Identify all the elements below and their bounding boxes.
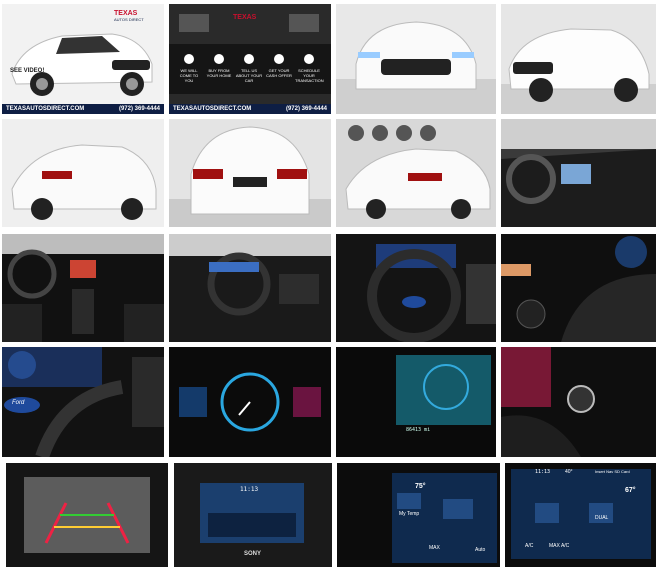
see-video-label: SEE VIDEO! <box>10 68 45 74</box>
photo-gallery: TEXAS AUTOS DIRECT SEE VIDEO! TEXASAUTOS… <box>0 0 658 569</box>
dealer-footer-2: TEXASAUTOSDIRECT.COM (972) 369-4444 <box>169 104 331 114</box>
thumb-exterior-front[interactable] <box>336 4 496 114</box>
instrument-cluster-image <box>169 347 331 457</box>
temp-left-value: 75° <box>415 483 426 490</box>
dealer-footer: TEXASAUTOSDIRECT.COM (972) 369-4444 <box>2 104 164 114</box>
auto-label: Auto <box>475 547 486 553</box>
thumb-steering-wheel[interactable] <box>336 234 496 342</box>
backup-camera-image <box>6 463 168 567</box>
thumb-climate-left[interactable]: 75° My Temp MAX Auto <box>337 463 500 567</box>
dashboard-side-image <box>501 119 656 227</box>
max-ac-label: MAX A/C <box>549 543 570 549</box>
thumb-climate-right[interactable]: 11:13 40° Insert Nav SD Card 67° DUAL A/… <box>505 463 656 567</box>
thumb-wheel-controls[interactable] <box>501 234 656 342</box>
car-rear-left-image <box>2 119 164 227</box>
thumb-center-stack[interactable]: 11:13 SONY <box>174 463 332 567</box>
thumb-exterior-front-right[interactable] <box>501 4 656 114</box>
dealer-url: TEXASAUTOSDIRECT.COM <box>6 106 85 112</box>
clock-display-2: 11:13 <box>535 469 551 475</box>
promo-1: WE WILL COME TO YOU <box>179 68 199 83</box>
logo-text: TEXAS <box>114 10 138 17</box>
thumb-interior-front-cabin[interactable] <box>2 234 164 342</box>
dealer-logo: TEXAS AUTOS DIRECT <box>114 10 144 22</box>
sd-card-notice: Insert Nav SD Card <box>595 469 630 474</box>
thumb-start-button[interactable] <box>501 347 656 457</box>
dual-label: DUAL <box>595 515 609 521</box>
odometer-reading: 86413 mi <box>406 427 431 433</box>
clock-display-1: 11:13 <box>240 486 259 493</box>
car-rear-right-image <box>336 119 496 227</box>
steering-badge-image <box>2 347 164 457</box>
thumb-exterior-rear[interactable] <box>169 119 331 227</box>
thumb-steering-badge[interactable]: Ford <box>2 347 164 457</box>
climate-right-image <box>505 463 656 567</box>
driver-view-image <box>169 234 331 342</box>
thumb-interior-driver-view[interactable] <box>169 234 331 342</box>
car-front-right-image <box>501 4 656 114</box>
temp-right-value: 67° <box>625 487 636 494</box>
ac-label: A/C <box>525 543 534 549</box>
promo-3: TELL US ABOUT YOUR CAR <box>235 68 263 83</box>
sony-label: SONY <box>244 551 262 557</box>
promo-2: BUY FROM YOUR HOME <box>206 68 232 78</box>
odometer-image <box>336 347 496 457</box>
dealer-phone-2: (972) 369-4444 <box>285 106 327 112</box>
dealer-phone: (972) 369-4444 <box>118 106 160 112</box>
steering-wheel-image <box>336 234 496 342</box>
logo-text-2: TEXAS <box>233 14 257 21</box>
logo-subtext: AUTOS DIRECT <box>114 17 144 22</box>
max-label: MAX <box>429 545 440 551</box>
dealer-url-2: TEXASAUTOSDIRECT.COM <box>173 106 252 112</box>
ford-badge-label: Ford <box>12 400 25 406</box>
thumb-exterior-rear-left[interactable] <box>2 119 164 227</box>
wheel-controls-image <box>501 234 656 342</box>
car-rear-image <box>169 119 331 227</box>
thumb-dealer-promo[interactable]: TEXAS WE WILL COME TO YOU BUY FROM YOUR … <box>169 4 331 114</box>
promo-5: SCHEDULE YOUR TRANSACTION <box>295 68 324 83</box>
start-button-image <box>501 347 656 457</box>
thumb-exterior-rear-right[interactable] <box>336 119 496 227</box>
my-temp-label: My Temp <box>399 511 420 517</box>
car-front-image <box>336 4 496 114</box>
thumb-exterior-front-left-branded[interactable]: TEXAS AUTOS DIRECT SEE VIDEO! TEXASAUTOS… <box>2 4 164 114</box>
front-cabin-image <box>2 234 164 342</box>
thumb-odometer[interactable]: 86413 mi <box>336 347 496 457</box>
thumb-interior-dashboard-side[interactable] <box>501 119 656 227</box>
outside-temp: 40° <box>565 469 573 475</box>
thumb-backup-camera[interactable] <box>6 463 168 567</box>
thumb-instrument-cluster[interactable] <box>169 347 331 457</box>
dealer-logo-2: TEXAS <box>233 14 256 21</box>
promo-4: GET YOUR CASH OFFER <box>266 68 292 78</box>
